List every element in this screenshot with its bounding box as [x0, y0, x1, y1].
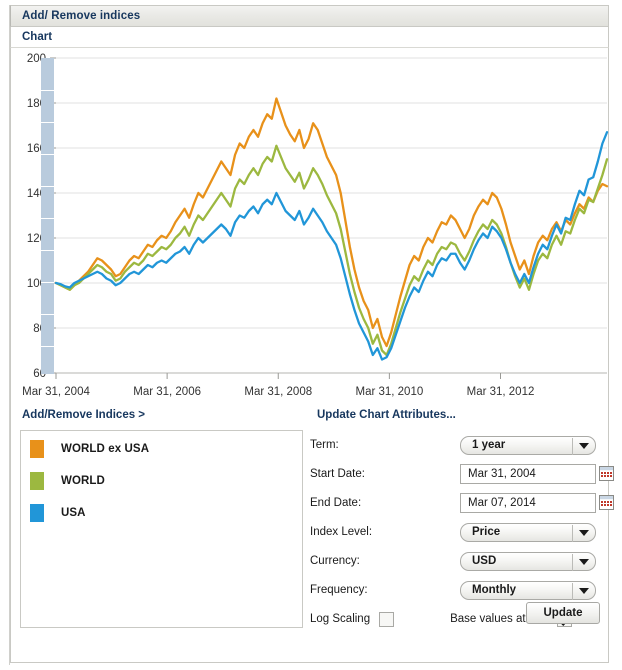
chevron-down-icon — [579, 529, 589, 536]
start-date-input[interactable]: Mar 31, 2004 — [460, 464, 596, 484]
index-level-select[interactable]: Price — [460, 522, 596, 542]
term-label: Term: — [310, 439, 339, 451]
end-date-value: Mar 07, 2014 — [468, 497, 536, 509]
legend-color-swatch — [30, 440, 44, 458]
legend-item-label: WORLD ex USA — [61, 443, 150, 455]
form-row-frequency: Frequency: Monthly — [310, 577, 602, 603]
panel-header: Add/ Remove indices — [10, 5, 609, 27]
legend-color-swatch — [30, 504, 44, 522]
end-date-input[interactable]: Mar 07, 2014 — [460, 493, 596, 513]
calendar-icon[interactable] — [599, 495, 614, 510]
end-date-label: End Date: — [310, 497, 362, 509]
legend-item[interactable]: USA — [21, 499, 302, 527]
legend-item-label: WORLD — [61, 475, 105, 487]
term-value: 1 year — [472, 439, 506, 451]
currency-value: USD — [472, 555, 497, 567]
form-row-index-level: Index Level: Price — [310, 519, 602, 545]
chart-attributes-form: Term: 1 year Start Date: Mar 31, 2004 En… — [310, 430, 614, 628]
chart-section-title: Chart — [22, 31, 53, 43]
select-divider — [572, 524, 573, 542]
term-select[interactable]: 1 year — [460, 435, 596, 455]
form-row-currency: Currency: USD — [310, 548, 602, 574]
log-scaling-label: Log Scaling — [310, 613, 371, 625]
page-title: Add/ Remove indices — [22, 10, 141, 22]
chevron-down-icon — [579, 442, 589, 449]
start-date-value: Mar 31, 2004 — [468, 468, 536, 480]
select-divider — [572, 437, 573, 455]
svg-text:Mar 31, 2012: Mar 31, 2012 — [467, 386, 535, 398]
chart-vertical-scrollbar[interactable] — [41, 58, 54, 374]
chevron-down-icon — [579, 558, 589, 565]
legend-item[interactable]: WORLD — [21, 467, 302, 495]
svg-text:Mar 31, 2004: Mar 31, 2004 — [22, 386, 90, 398]
add-remove-indices-link[interactable]: Add/Remove Indices > — [22, 409, 145, 421]
log-scaling-checkbox[interactable] — [379, 611, 395, 627]
frequency-select[interactable]: Monthly — [460, 580, 596, 600]
svg-text:Mar 31, 2006: Mar 31, 2006 — [133, 386, 201, 398]
index-level-label: Index Level: — [310, 526, 373, 538]
update-button[interactable]: Update — [526, 602, 600, 624]
frequency-label: Frequency: — [310, 584, 368, 596]
form-row-start-date: Start Date: Mar 31, 2004 — [310, 461, 614, 487]
calendar-icon[interactable] — [599, 466, 614, 481]
form-row-end-date: End Date: Mar 07, 2014 — [310, 490, 614, 516]
select-divider — [572, 582, 573, 600]
index-performance-chart: 60 80 100 120 140 160 180 200 Mar 31, 2004 Mar 31… — [0, 48, 622, 398]
start-date-label: Start Date: — [310, 468, 365, 480]
select-divider — [572, 553, 573, 571]
svg-text:Mar 31, 2008: Mar 31, 2008 — [244, 386, 312, 398]
form-row-term: Term: 1 year — [310, 432, 602, 458]
legend-item-label: USA — [61, 507, 86, 519]
index-level-value: Price — [472, 526, 501, 538]
chart-section-header: Chart — [10, 27, 609, 48]
legend-panel: WORLD ex USA WORLD USA — [20, 430, 303, 628]
chevron-down-icon — [579, 587, 589, 594]
currency-label: Currency: — [310, 555, 360, 567]
svg-text:Mar 31, 2010: Mar 31, 2010 — [355, 386, 423, 398]
legend-color-swatch — [30, 472, 44, 490]
frequency-value: Monthly — [472, 584, 517, 596]
chart-canvas: 6080100120140160180200Mar 31, 2004 Mar 31… — [22, 53, 609, 398]
chart-application: Add/ Remove indices Chart 60 80 100 120 140 1… — [0, 0, 622, 670]
legend-item[interactable]: WORLD ex USA — [21, 435, 302, 463]
update-chart-attributes-link[interactable]: Update Chart Attributes... — [317, 409, 456, 421]
currency-select[interactable]: USD — [460, 551, 596, 571]
